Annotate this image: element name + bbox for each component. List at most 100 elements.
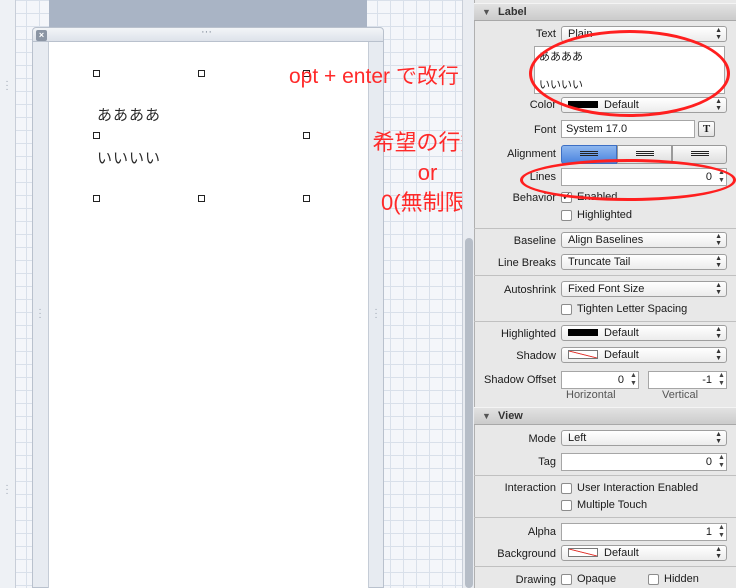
section-divider [474,566,736,567]
label-section-header[interactable]: ▼ Label [474,3,736,21]
baseline-label: Baseline [513,235,556,247]
background-value: Default [604,547,639,559]
popup-arrows-icon: ▲ ▼ [715,98,722,112]
drag-grip-icon[interactable]: · · · [373,305,379,323]
annotation-ellipse-text [529,30,730,117]
tag-field[interactable]: 0 [561,453,727,471]
popup-arrows-icon: ▲ ▼ [715,255,722,269]
label-text-line1[interactable]: ああああ [97,104,161,125]
alpha-stepper[interactable]: ▲ ▼ [717,524,726,542]
section-divider [474,228,736,229]
behavior-label: Behavior [512,192,556,204]
popup-arrows-icon: ▲ ▼ [715,27,722,41]
main-view[interactable]: ああああ いいいい [48,42,369,588]
highlighted-value: Default [604,327,639,339]
section-divider [474,321,736,322]
font-field[interactable]: System 17.0 [561,120,695,138]
opaque-checkbox[interactable] [561,574,572,585]
shadow-vertical-stepper[interactable]: ▲ ▼ [717,372,726,390]
disclosure-triangle-icon[interactable]: ▼ [482,408,491,424]
shadow-color-popup[interactable]: Default ▲ ▼ [561,347,727,363]
highlighted-check-label: Highlighted [577,209,633,221]
mode-popup[interactable]: Left ▲ ▼ [561,430,727,446]
hidden-checkbox[interactable] [648,574,659,585]
popup-arrows-icon: ▲ ▼ [715,348,722,362]
popup-arrows-icon: ▲ ▼ [715,546,722,560]
annotation-newline: opt + enter で改行 [289,65,459,88]
shadow-offset-label: Shadow Offset [484,374,556,386]
line-breaks-popup[interactable]: Truncate Tail ▲ ▼ [561,254,727,270]
label-text-line2[interactable]: いいいい [97,147,161,168]
autoshrink-popup[interactable]: Fixed Font Size ▲ ▼ [561,281,727,297]
tighten-checkbox[interactable] [561,304,572,315]
multiple-touch-checkbox[interactable] [561,500,572,511]
popup-arrows-icon: ▲ ▼ [715,233,722,247]
popup-arrows-icon: ▲ ▼ [715,326,722,340]
section-title: View [498,410,523,422]
user-interaction-checkbox[interactable] [561,483,572,494]
annotation-lines-3: 0(無制限) [381,190,462,215]
background-color-popup[interactable]: Default ▲ ▼ [561,545,727,561]
section-divider [474,517,736,518]
mode-label: Mode [528,433,556,445]
drag-grip-icon[interactable]: · · · [37,305,43,323]
canvas-scrollbar[interactable] [462,0,474,588]
opaque-label: Opaque [577,573,617,585]
drag-grip-icon[interactable]: · · · [4,77,10,95]
annotation-lines-1: 希望の行数 [372,130,462,155]
scrollbar-thumb[interactable] [465,238,473,588]
font-picker-icon[interactable]: T [698,121,715,137]
background-label: Background [497,548,556,560]
baseline-value: Align Baselines [568,234,644,246]
adjacent-scene [49,0,367,27]
scene-titlebar[interactable]: × ··· [33,26,383,42]
shadow-value: Default [604,349,639,361]
shadow-horizontal-stepper[interactable]: ▲ ▼ [629,372,638,390]
autoshrink-value: Fixed Font Size [568,283,645,295]
line-breaks-value: Truncate Tail [568,256,631,268]
resize-handle[interactable] [198,195,205,202]
shadow-horizontal-field[interactable]: 0 [561,371,639,389]
highlighted-color-popup[interactable]: Default ▲ ▼ [561,325,727,341]
color-label: Color [529,99,556,111]
annotation-lines: 希望の行数 or 0(無制限) [350,128,462,218]
view-section-header[interactable]: ▼ View [474,407,736,425]
alpha-field[interactable]: 1 [561,523,727,541]
vertical-sublabel: Vertical [662,389,699,401]
resize-handle[interactable] [198,70,205,77]
interaction-label: Interaction [504,482,556,494]
resize-handle[interactable] [93,132,100,139]
resize-handle[interactable] [303,132,310,139]
tag-label: Tag [538,456,556,468]
baseline-popup[interactable]: Align Baselines ▲ ▼ [561,232,727,248]
tag-stepper[interactable]: ▲ ▼ [717,454,726,472]
resize-handle[interactable] [93,195,100,202]
drawing-label: Drawing [515,574,556,586]
drag-grip-icon[interactable]: · · · [4,481,10,499]
tighten-label: Tighten Letter Spacing [577,303,688,315]
annotation-ellipse-lines [520,159,736,201]
alignment-label: Alignment [507,148,556,160]
canvas-left-strip: · · · · · · [0,0,16,588]
section-divider [474,275,736,276]
resize-handle[interactable] [303,195,310,202]
storyboard-canvas: · · · · · · × ··· · · · · · · ああああ いいいい opt + en… [0,0,462,588]
highlighted-label: Highlighted [500,328,556,340]
highlighted-checkbox[interactable] [561,210,572,221]
close-icon[interactable]: × [36,30,47,41]
hidden-label: Hidden [664,573,699,585]
resize-handle[interactable] [93,70,100,77]
font-label: Font [533,124,556,136]
background-color-swatch [568,547,598,557]
text-label: Text [535,28,556,40]
highlighted-color-swatch [568,328,598,336]
horizontal-sublabel: Horizontal [566,389,616,401]
shadow-label: Shadow [516,350,556,362]
popup-arrows-icon: ▲ ▼ [715,282,722,296]
disclosure-triangle-icon[interactable]: ▼ [482,4,491,20]
scene-grip-icon[interactable]: ··· [201,26,212,38]
line-breaks-label: Line Breaks [497,257,556,269]
shadow-color-swatch [568,349,598,359]
user-interaction-label: User Interaction Enabled [577,482,699,494]
shadow-vertical-field[interactable]: -1 [648,371,727,389]
